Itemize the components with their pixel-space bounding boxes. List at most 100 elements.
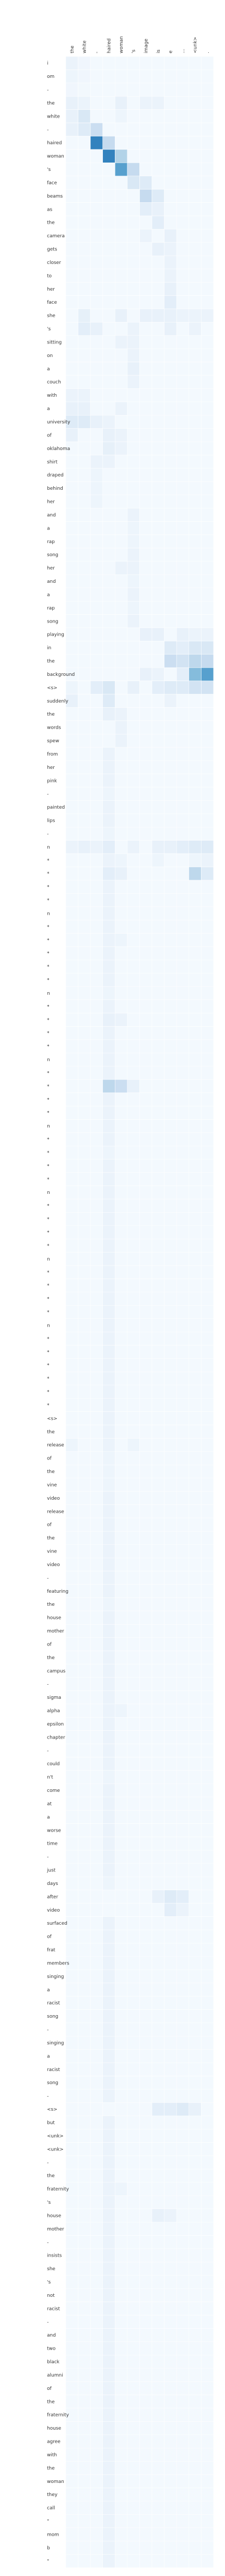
heatmap-cell [65, 2115, 78, 2130]
heatmap-cell [65, 1743, 78, 1757]
heatmap-cell [201, 2368, 214, 2382]
heatmap-cell [78, 1531, 91, 1545]
heatmap-cell [127, 1597, 140, 1612]
heatmap-cell [65, 1385, 78, 1399]
heatmap-cell [176, 720, 190, 734]
heatmap-cell [164, 1531, 177, 1545]
heatmap-cell [176, 1517, 190, 1532]
heatmap-cell [102, 2089, 115, 2103]
y-tick-label: the [47, 2466, 55, 2471]
heatmap-cell [102, 2222, 115, 2236]
heatmap-cell [151, 2421, 164, 2435]
y-tick-label: her [47, 287, 55, 292]
heatmap-cell [188, 1850, 202, 1864]
heatmap-cell [164, 2142, 177, 2156]
heatmap-cell [90, 800, 103, 814]
heatmap-cell [115, 468, 128, 482]
heatmap-cell [151, 588, 164, 602]
heatmap-cell [151, 2009, 164, 2023]
heatmap-cell [78, 1903, 91, 1917]
heatmap-cell [176, 933, 190, 947]
heatmap-cell [176, 122, 190, 136]
heatmap-cell [151, 2195, 164, 2210]
heatmap-cell [164, 2368, 177, 2382]
heatmap-cell [102, 1770, 115, 1784]
heatmap-cell [78, 1385, 91, 1399]
y-tick-label: 's [47, 2280, 51, 2285]
heatmap-cell [164, 906, 177, 921]
heatmap-cell [78, 1677, 91, 1691]
heatmap-cell [65, 1491, 78, 1505]
heatmap-cell [127, 1292, 140, 1306]
heatmap-cell [164, 1757, 177, 1771]
heatmap-cell [164, 694, 177, 708]
heatmap-cell [176, 1584, 190, 1598]
heatmap-cell [127, 2341, 140, 2355]
heatmap-cell [151, 2248, 164, 2262]
heatmap-cell [115, 667, 128, 681]
heatmap-cell [102, 999, 115, 1014]
heatmap-cell [127, 1199, 140, 1213]
heatmap-cell [90, 2368, 103, 2382]
heatmap-cell [65, 973, 78, 987]
heatmap-cell [201, 787, 214, 801]
heatmap-cell [188, 335, 202, 349]
heatmap-cell [201, 2514, 214, 2528]
heatmap-cell [139, 2474, 152, 2488]
heatmap-cell [188, 1053, 202, 1067]
heatmap-cell [201, 1650, 214, 1664]
heatmap-cell [151, 176, 164, 190]
heatmap-cell [188, 1119, 202, 1133]
heatmap-cell [78, 1106, 91, 1120]
heatmap-cell [127, 906, 140, 921]
heatmap-cell [139, 1053, 152, 1067]
y-tick-label: vine [47, 1549, 57, 1555]
heatmap-cell [127, 1890, 140, 1904]
heatmap-cell [176, 362, 190, 376]
y-tick-label: - [47, 1576, 49, 1581]
heatmap-cell [115, 2368, 128, 2382]
heatmap-cell [102, 1664, 115, 1678]
heatmap-cell [102, 2461, 115, 2475]
heatmap-cell [78, 1850, 91, 1864]
y-tick-label: university [47, 420, 70, 425]
heatmap-cell [115, 1916, 128, 1930]
heatmap-cell [127, 2501, 140, 2515]
heatmap-cell [65, 202, 78, 216]
heatmap-cell [151, 1385, 164, 1399]
heatmap-cell [188, 481, 202, 496]
heatmap-cell [115, 2527, 128, 2542]
heatmap-cell [164, 1159, 177, 1173]
heatmap-cell [164, 1969, 177, 1983]
y-tick-label: featuring [47, 1589, 68, 1594]
y-tick-label: after [47, 1894, 58, 1900]
heatmap-cell [102, 1345, 115, 1359]
heatmap-cell [201, 2395, 214, 2409]
heatmap-cell [201, 2488, 214, 2502]
y-tick-label: b [47, 2546, 50, 2551]
heatmap-cell [65, 2288, 78, 2302]
heatmap-cell [139, 800, 152, 814]
heatmap-cell [164, 707, 177, 721]
heatmap-cell [65, 2222, 78, 2236]
heatmap-cell [127, 707, 140, 721]
heatmap-cell [139, 322, 152, 336]
heatmap-cell [139, 1664, 152, 1678]
heatmap-cell [151, 2089, 164, 2103]
heatmap-cell [127, 2076, 140, 2090]
heatmap-cell [127, 946, 140, 960]
heatmap-cell [164, 2049, 177, 2063]
heatmap-cell [139, 455, 152, 469]
heatmap-cell [176, 2009, 190, 2023]
heatmap-cell [151, 1597, 164, 1612]
heatmap-cell [151, 2514, 164, 2528]
heatmap-cell [151, 826, 164, 841]
heatmap-cell [102, 919, 115, 934]
heatmap-cell [65, 401, 78, 416]
heatmap-cell [164, 1092, 177, 1107]
y-tick-label: mother [47, 1629, 64, 1634]
heatmap-cell [139, 1318, 152, 1332]
heatmap-cell [201, 348, 214, 362]
heatmap-cell [127, 973, 140, 987]
heatmap-cell [139, 2315, 152, 2329]
